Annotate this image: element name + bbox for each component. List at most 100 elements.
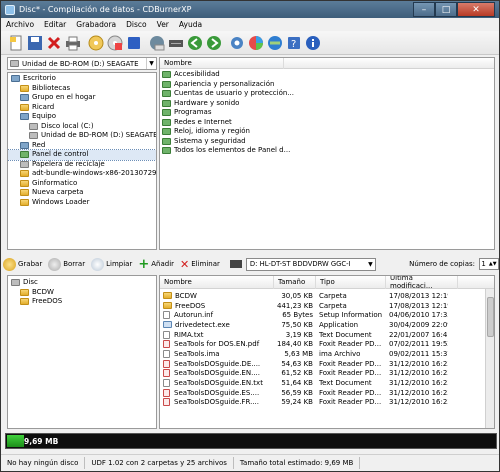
tree-item[interactable]: Escritorio bbox=[8, 74, 156, 84]
menu-editar[interactable]: Editar bbox=[39, 20, 71, 29]
drive-button[interactable] bbox=[167, 34, 184, 51]
list-item[interactable]: Cuentas de usuario y protección... bbox=[160, 89, 494, 99]
burn-disc-button[interactable] bbox=[87, 34, 104, 51]
compilation-button[interactable] bbox=[148, 34, 165, 51]
web-button[interactable] bbox=[266, 34, 283, 51]
erase-disc-button[interactable] bbox=[106, 34, 123, 51]
list-item[interactable]: Redes e Internet bbox=[160, 118, 494, 128]
menu-archivo[interactable]: Archivo bbox=[1, 20, 39, 29]
doc-icon bbox=[163, 311, 170, 320]
list-item[interactable]: Sistema y seguridad bbox=[160, 137, 494, 147]
delete-button[interactable] bbox=[45, 34, 62, 51]
menu-grabadora[interactable]: Grabadora bbox=[71, 20, 121, 29]
cell-size: 3,19 KB bbox=[285, 330, 313, 339]
list-item[interactable]: Apariencia y personalización bbox=[160, 80, 494, 90]
list-item[interactable]: Programas bbox=[160, 108, 494, 118]
drive-select-dropdown[interactable]: Unidad de BD-ROM (D:) SEAGATE ▼ bbox=[7, 57, 157, 70]
minimize-button[interactable]: – bbox=[413, 2, 435, 17]
column-header-tamano[interactable]: Tamaño bbox=[274, 276, 316, 289]
table-row[interactable]: SeaToolsDOSguide.EN.txt 51,64 KB Text Docu… bbox=[160, 378, 494, 388]
menu-ver[interactable]: Ver bbox=[152, 20, 174, 29]
column-header-modificacion[interactable]: Última modificaci... bbox=[386, 276, 458, 290]
print-button[interactable] bbox=[64, 34, 81, 51]
table-row[interactable]: SeaToolsDOSguide.ES.... 56,59 KB Foxit Rea… bbox=[160, 388, 494, 398]
clean-button[interactable]: Limpiar bbox=[91, 257, 132, 271]
tree-item[interactable]: Unidad de BD-ROM (D:) SEAGATE bbox=[8, 131, 156, 141]
table-row[interactable]: FreeDOS 441,23 KB Carpeta 17/08/2013 12:19 bbox=[160, 301, 494, 311]
table-row[interactable]: RIMA.txt 3,19 KB Text Document 22/01/2007 1… bbox=[160, 330, 494, 340]
close-button[interactable]: ✕ bbox=[457, 2, 495, 17]
table-row[interactable]: SeaToolsDOSguide.DE.... 54,63 KB Foxit Rea… bbox=[160, 359, 494, 369]
title-bar[interactable]: Disc* - Compilación de datos - CDBurnerX… bbox=[1, 1, 499, 18]
disc-tree-item[interactable]: FreeDOS bbox=[8, 297, 156, 307]
column-header-tipo[interactable]: Tipo bbox=[316, 276, 386, 289]
table-row[interactable]: SeaTools for DOS.EN.pdf 184,40 KB Foxit Re… bbox=[160, 339, 494, 349]
menu-disco[interactable]: Disco bbox=[121, 20, 151, 29]
table-row[interactable]: SeaToolsDOSguide.EN.... 61,52 KB Foxit Rea… bbox=[160, 369, 494, 379]
options-button[interactable] bbox=[228, 34, 245, 51]
list-item[interactable]: Accesibilidad bbox=[160, 70, 494, 80]
column-header-nombre[interactable]: Nombre bbox=[160, 276, 274, 289]
tree-item[interactable]: Nueva carpeta bbox=[8, 188, 156, 198]
tree-item[interactable]: Ricard bbox=[8, 103, 156, 113]
back-button[interactable] bbox=[186, 34, 203, 51]
disc-info-button[interactable] bbox=[125, 34, 142, 51]
tree-item[interactable]: Bibliotecas bbox=[8, 84, 156, 94]
save-button[interactable] bbox=[26, 34, 43, 51]
disc-contents-pane[interactable]: Nombre Tamaño Tipo Última modificaci... … bbox=[159, 275, 495, 429]
help-button[interactable]: ? bbox=[285, 34, 302, 51]
copies-label: Número de copias: bbox=[409, 260, 475, 268]
tree-item[interactable]: adt-bundle-windows-x86-20130729 bbox=[8, 169, 156, 179]
column-header-nombre[interactable]: Nombre bbox=[160, 58, 284, 69]
list-item[interactable]: Hardware y sonido bbox=[160, 99, 494, 109]
copies-stepper[interactable]: 1 ▲▼ bbox=[479, 258, 499, 270]
tree-item[interactable]: Equipo bbox=[8, 112, 156, 122]
floppy-disk-icon bbox=[27, 35, 42, 50]
vertical-scrollbar[interactable] bbox=[485, 289, 494, 428]
remove-label: Eliminar bbox=[191, 260, 220, 268]
control-panel-category-icon bbox=[162, 118, 171, 126]
drive-select-value: Unidad de BD-ROM (D:) SEAGATE bbox=[22, 59, 139, 68]
maximize-button[interactable]: □ bbox=[435, 2, 457, 17]
chevron-down-icon[interactable]: ▼ bbox=[366, 261, 375, 268]
burn-button[interactable]: Grabar bbox=[3, 257, 42, 271]
forward-button[interactable] bbox=[205, 34, 222, 51]
disc-tree-item[interactable]: Disc bbox=[8, 278, 156, 288]
menu-ayuda[interactable]: Ayuda bbox=[174, 20, 207, 29]
network-icon bbox=[20, 141, 29, 149]
red-x-icon bbox=[47, 36, 60, 49]
erase-button[interactable]: Borrar bbox=[48, 257, 85, 271]
list-item[interactable]: Todos los elementos de Panel d... bbox=[160, 146, 494, 156]
add-button[interactable]: + Añadir bbox=[138, 257, 174, 272]
file-name: RIMA.txt bbox=[174, 330, 204, 339]
tree-item[interactable]: Windows Loader bbox=[8, 198, 156, 208]
tree-item-label: Nueva carpeta bbox=[32, 188, 84, 196]
tree-item[interactable]: Papelera de reciclaje bbox=[8, 160, 156, 170]
new-compilation-button[interactable] bbox=[7, 34, 24, 51]
table-row[interactable]: SeaToolsDOSguide.FR.... 59,24 KB Foxit Rea… bbox=[160, 398, 494, 408]
folder-tree-pane[interactable]: Escritorio Bibliotecas Grupo en el hogar Ri… bbox=[7, 72, 157, 250]
list-item[interactable]: Reloj, idioma y región bbox=[160, 127, 494, 137]
homegroup-icon bbox=[20, 94, 29, 102]
about-button[interactable] bbox=[304, 34, 321, 51]
red-x-icon: ✕ bbox=[180, 257, 190, 271]
explorer-list-pane[interactable]: Nombre Accesibilidad Apariencia y persona… bbox=[159, 57, 495, 250]
tree-item[interactable]: Ginformatico bbox=[8, 179, 156, 189]
disc-tree-pane[interactable]: Disc BCDW FreeDOS bbox=[7, 275, 157, 429]
tree-item[interactable]: Grupo en el hogar bbox=[8, 93, 156, 103]
table-row[interactable]: Autorun.inf 65 Bytes Setup Information 04/0… bbox=[160, 310, 494, 320]
chevron-down-icon[interactable]: ▼ bbox=[146, 58, 156, 69]
tree-item[interactable]: Panel de control bbox=[8, 149, 156, 161]
table-row[interactable]: drivedetect.exe 75,50 KB Application 30/04/… bbox=[160, 320, 494, 330]
tree-item[interactable]: Red bbox=[8, 141, 156, 151]
spinner-arrows-icon[interactable]: ▲▼ bbox=[489, 261, 497, 267]
scrollbar-thumb[interactable] bbox=[487, 297, 494, 337]
settings-button[interactable] bbox=[247, 34, 264, 51]
remove-button[interactable]: ✕ Eliminar bbox=[180, 258, 220, 271]
tree-item[interactable]: Disco local (C:) bbox=[8, 122, 156, 132]
table-row[interactable]: SeaTools.ima 5,63 MB ima Archivo 09/02/2011… bbox=[160, 349, 494, 359]
burner-device-dropdown[interactable]: D: HL-DT-ST BDDVDRW GGC-I ▼ bbox=[245, 257, 376, 271]
table-row[interactable]: BCDW 30,05 KB Carpeta 17/08/2013 12:19 bbox=[160, 291, 494, 301]
disc-tree-item[interactable]: BCDW bbox=[8, 288, 156, 298]
folder-icon bbox=[20, 298, 29, 306]
